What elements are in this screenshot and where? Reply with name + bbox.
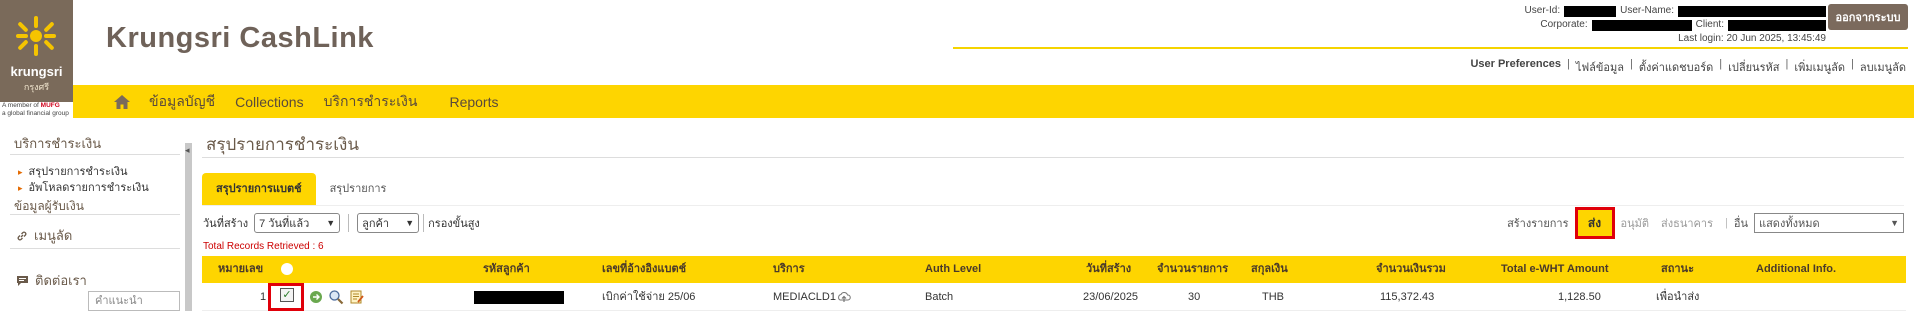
logout-button[interactable]: ออกจากระบบ [1828,4,1908,30]
col-number[interactable]: หมายเลข [218,256,263,283]
select-all-icon[interactable] [280,262,294,276]
customer-select[interactable]: ลูกค้า ▼ [357,213,420,233]
chat-icon [17,275,28,286]
user-preferences-link[interactable]: User Preferences [1470,58,1561,76]
redacted-user-name [1678,5,1826,17]
logo-brand-text: krungsri [10,64,63,79]
corporate-label: Corporate: [1540,19,1588,30]
sidebar: บริการชำระเงิน ▸ สรุปรายการชำระเงิน ▸ อัพโ… [0,118,185,311]
nav-collections[interactable]: Collections [235,94,303,110]
chevron-down-icon: ▼ [1890,218,1899,228]
row-wht-amount: 1,128.50 [1558,291,1601,303]
page-title: สรุปรายการชำระเงิน [206,135,359,154]
redacted-user-id [1564,5,1617,17]
bullet-icon: ▸ [18,167,23,177]
row-batch-ref: เบิกค่าใช้จ่าย 25/06 [602,291,696,303]
col-status[interactable]: สถานะ [1661,256,1694,283]
show-all-select[interactable]: แสดงทั้งหมด ▼ [1754,213,1904,233]
row-created-date: 23/06/2025 [1083,291,1139,303]
send-bank-button[interactable]: ส่งธนาคาร [1661,214,1713,232]
user-id-label: User-Id: [1524,5,1561,16]
row-auth-level: Batch [925,291,954,303]
top-links: User Preferences | ไฟล์ข้อมูล | ตั้งค่าแ… [1470,58,1906,76]
sidebar-item-upload-payment[interactable]: ▸ อัพโหลดรายการชำระเงิน [18,178,149,196]
records-count: Total Records Retrieved : 6 [203,241,324,252]
change-password-link[interactable]: เปลี่ยนรหัส [1728,58,1779,76]
profile-link[interactable]: ไฟล์ข้อมูล [1576,58,1624,76]
send-button[interactable]: ส่ง [1574,207,1615,239]
chevron-down-icon: ▼ [405,218,415,228]
upload-cloud-icon[interactable] [837,290,851,304]
sidebar-title: บริการชำระเงิน [14,136,102,151]
tab-transaction-summary[interactable]: สรุปรายการ [316,173,401,205]
row-total-amount: 115,372.43 [1380,291,1435,303]
row-service: MEDIACLD1 [773,291,836,303]
created-date-label: วันที่สร้าง [203,218,249,230]
sidebar-shortcuts[interactable]: เมนูลัด [16,225,72,246]
col-auth-level[interactable]: Auth Level [925,256,981,283]
mufg-badge: A member of MUFG a global financial grou… [0,102,73,118]
row-select-checkbox[interactable]: ✓ [280,288,294,302]
logo-thai-text: กรุงศรี [23,82,50,92]
col-currency[interactable]: สกุลเงิน [1251,256,1288,283]
client-label: Client: [1695,19,1724,30]
collapse-arrow-icon: ◂ [185,145,190,155]
col-wht-amount[interactable]: Total e-WHT Amount [1501,256,1609,283]
main-nav: ข้อมูลบัญชี Collections บริการชำระเงิน R… [73,85,1914,118]
help-select[interactable]: คำแนะนำ [88,291,180,311]
refresh-icon[interactable] [308,289,324,305]
dashboard-settings-link[interactable]: ตั้งค่าแดชบอร์ด [1639,58,1713,76]
krungsri-emblem-icon [16,16,56,56]
filter-bar: วันที่สร้าง 7 วันที่แล้ว ▼ ลูกค้า ▼ กรองขั… [203,213,480,233]
other-label: อื่น [1733,218,1748,230]
header-divider [953,47,1908,49]
mufg-brand-text: MUFG [40,102,60,109]
tab-batch-summary[interactable]: สรุปรายการแบตช์ [202,173,316,205]
edit-note-icon[interactable] [349,289,365,305]
redacted-corporate [1591,19,1692,31]
add-shortcut-link[interactable]: เพิ่มเมนูลัด [1794,58,1845,76]
row-count: 30 [1188,291,1201,303]
search-icon[interactable] [328,289,344,305]
app-title: Krungsri CashLink [106,22,374,54]
table-row[interactable]: 1 เบิกค่าใช้จ่าย 25/06 MEDIACLD1 Batch 2… [202,283,1906,311]
delete-shortcut-link[interactable]: ลบเมนูลัด [1860,58,1906,76]
sidebar-collapse-handle[interactable]: ◂ [185,143,192,311]
created-date-select[interactable]: 7 วันที่แล้ว ▼ [254,213,341,233]
home-icon[interactable] [113,94,131,110]
col-customer-code[interactable]: รหัสลูกค้า [483,256,530,283]
col-total-amount[interactable]: จำนวนเงินรวม [1376,256,1446,283]
col-service[interactable]: บริการ [773,256,805,283]
link-icon [17,231,27,240]
col-batch-ref[interactable]: เลขที่อ้างอิงแบตช์ [602,256,686,283]
user-info: User-Id: User-Name: Corporate: Client: L… [1525,4,1826,46]
user-name-label: User-Name: [1620,5,1674,16]
action-bar: สร้างรายการ ส่ง อนุมัติ ส่งธนาคาร | อื่น… [1507,207,1904,239]
advanced-filter-link[interactable]: กรองขั้นสูง [428,214,480,232]
nav-accounts[interactable]: ข้อมูลบัญชี [149,91,215,113]
tab-bar: สรุปรายการแบตช์ สรุปรายการ [202,173,400,205]
chevron-down-icon: ▼ [326,218,336,228]
approve-button[interactable]: อนุมัติ [1621,214,1650,232]
redacted-client [1728,19,1826,31]
col-additional-info[interactable]: Additional Info. [1756,256,1836,283]
sidebar-contact[interactable]: ติดต่อเรา [16,270,87,291]
bank-logo: krungsri กรุงศรี A member of MUFG a glob… [0,0,73,118]
row-currency: THB [1262,291,1284,303]
col-created-date[interactable]: วันที่สร้าง [1086,256,1131,283]
last-login-text: Last login: 20 Jun 2025, 13:45:49 [1678,33,1826,44]
create-label: สร้างรายการ [1507,218,1569,230]
bullet-icon: ▸ [18,183,23,193]
nav-payments[interactable]: บริการชำระเงิน [324,91,418,113]
redacted-customer-code [474,291,564,304]
nav-reports[interactable]: Reports [449,94,498,110]
row-status: เพื่อนำส่ง [1656,291,1700,303]
row-number: 1 [260,291,267,303]
table-header: หมายเลข รหัสลูกค้า เลขที่อ้างอิงแบตช์ บร… [202,256,1906,283]
col-count[interactable]: จำนวนรายการ [1157,256,1228,283]
